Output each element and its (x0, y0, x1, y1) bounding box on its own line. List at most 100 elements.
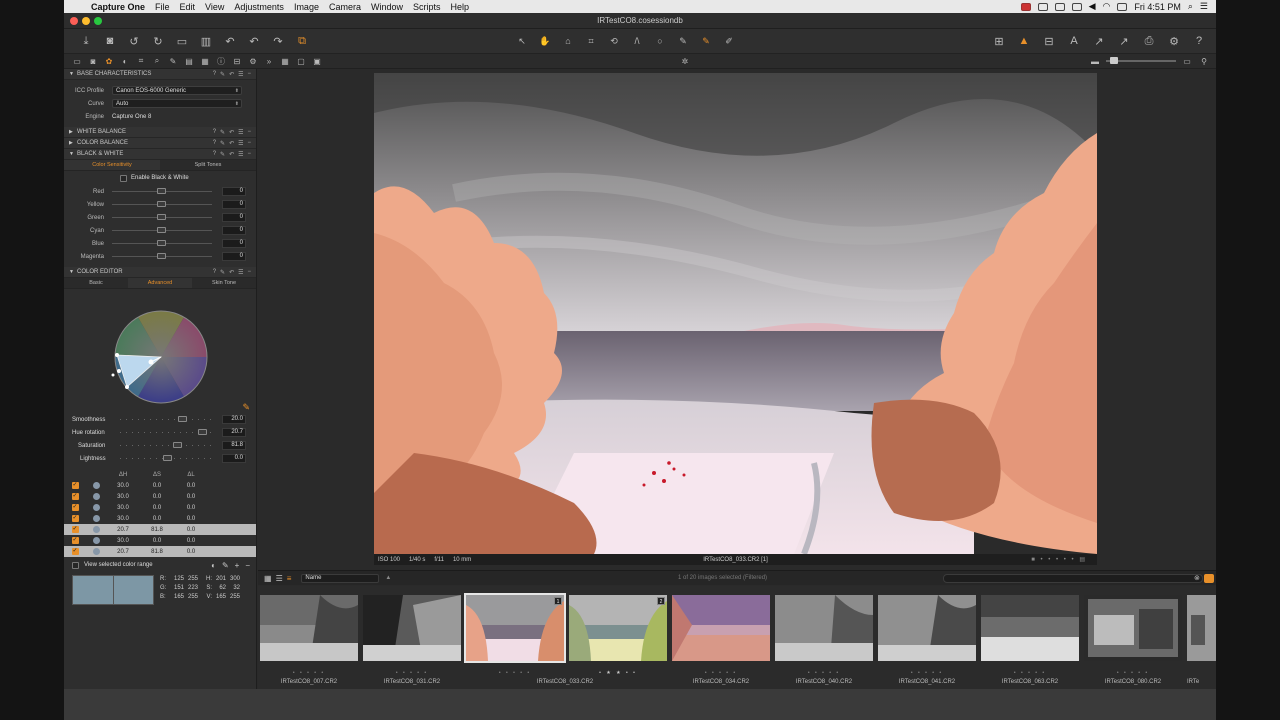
range-checkbox[interactable] (71, 492, 79, 500)
slider-track[interactable] (120, 429, 212, 435)
slider-value[interactable]: 0.0 (222, 454, 246, 463)
slider-knob[interactable] (157, 214, 166, 220)
menu-adjustments[interactable]: Adjustments (229, 2, 289, 12)
section-tools[interactable]: ? ✎ ↶ ☰ − (213, 129, 256, 136)
menu-view[interactable]: View (200, 2, 229, 12)
tab-skin-tone[interactable]: Skin Tone (192, 278, 256, 288)
wifi-icon[interactable]: ◠ (1103, 1, 1111, 12)
rotate-cursor-icon[interactable]: ⟲ (606, 34, 622, 48)
text-icon[interactable]: A (1067, 34, 1081, 48)
library-tab-icon[interactable]: ▭ (71, 55, 83, 67)
grid-layout-icon[interactable]: ▦ (279, 55, 291, 67)
camera-icon[interactable]: ◙ (103, 34, 117, 48)
slider-track[interactable] (112, 253, 212, 259)
lens-tab-icon[interactable]: ⌗ (135, 55, 147, 67)
list-view-icon[interactable]: ☰ (276, 574, 283, 583)
record-status-icon[interactable] (1020, 2, 1031, 11)
print-icon[interactable]: ⎙ (1142, 34, 1156, 48)
zoom-full-icon[interactable]: ▭ (1181, 55, 1193, 67)
color-editor-header[interactable]: ▼ COLOR EDITOR ? ✎ ↶ ☰ − (64, 267, 256, 278)
white-balance-header[interactable]: ▶ WHITE BALANCE ? ✎ ↶ ☰ − (64, 127, 256, 138)
zoom-slider-knob[interactable] (1110, 57, 1118, 64)
eyedropper-icon[interactable]: ✎ (242, 402, 250, 413)
slider-track[interactable] (112, 201, 212, 207)
select-cursor-icon[interactable]: ↖ (514, 34, 530, 48)
color-range-row-selected[interactable]: 20.7 81.8 0.0 (64, 546, 256, 557)
thumbnail-rating[interactable]: • • • • • (466, 670, 564, 678)
details-tab-icon[interactable]: ✎ (167, 55, 179, 67)
thumbnail-rating[interactable]: • • • • • (363, 670, 461, 678)
section-tools[interactable]: ? ✎ ↶ ☰ − (213, 151, 256, 158)
menu-file[interactable]: File (150, 2, 175, 12)
metadata-tab-icon[interactable]: ⓘ (215, 55, 227, 67)
copy-apply-icon[interactable]: ⧉ (295, 34, 309, 48)
trash-icon[interactable]: ▥ (199, 34, 213, 48)
rating-dots[interactable]: ■ • • • • • ▤ (1031, 556, 1087, 563)
slider-knob[interactable] (157, 188, 166, 194)
slider-track[interactable] (112, 214, 212, 220)
color-range-row[interactable]: 30.0 0.0 0.0 (64, 502, 256, 513)
base-characteristics-header[interactable]: ▼ BASE CHARACTERISTICS ? ✎ ↶ ☰ − (64, 69, 256, 80)
thumbnail[interactable] (260, 595, 358, 661)
eyedropper-small-icon[interactable]: ✎ (222, 561, 229, 570)
range-checkbox[interactable] (71, 481, 79, 489)
thumbnail-rating[interactable]: • • • • • (1084, 670, 1182, 678)
color-range-row[interactable]: 30.0 0.0 0.0 (64, 513, 256, 524)
menu-edit[interactable]: Edit (175, 2, 201, 12)
menu-camera[interactable]: Camera (324, 2, 366, 12)
black-white-header[interactable]: ▼ BLACK & WHITE ? ✎ ↶ ☰ − (64, 149, 256, 160)
brush-cursor-icon[interactable]: ✐ (721, 34, 737, 48)
keystone-cursor-icon[interactable]: /\ (629, 34, 645, 48)
status-icon-3[interactable] (1071, 2, 1082, 11)
color-balance-header[interactable]: ▶ COLOR BALANCE ? ✎ ↶ ☰ − (64, 138, 256, 149)
thumbnail[interactable] (878, 595, 976, 661)
slider-knob[interactable] (157, 227, 166, 233)
thumbnail[interactable] (1187, 595, 1216, 661)
slider-track[interactable] (112, 188, 212, 194)
tab-basic[interactable]: Basic (64, 278, 128, 288)
clear-search-icon[interactable]: ⊗ (1194, 574, 1200, 582)
settings-gear-icon[interactable]: ⚙ (1167, 34, 1181, 48)
zoom-slider[interactable] (1106, 57, 1176, 64)
pan-cursor-icon[interactable]: ✋ (537, 34, 553, 48)
icc-profile-select[interactable]: Canon EOS-6000 Generic (112, 86, 242, 95)
filmstrip-view-icon[interactable]: ≡ (287, 574, 292, 583)
proof-icon[interactable]: ↗ (1092, 34, 1106, 48)
exposure-warning-icon[interactable]: ▲ (1017, 34, 1031, 48)
notifications-icon[interactable]: ☰ (1200, 1, 1208, 12)
color-wheel[interactable] (64, 289, 257, 413)
multi-layout-icon[interactable]: ▣ (311, 55, 323, 67)
range-checkbox[interactable] (71, 547, 79, 555)
rotate-left-icon[interactable]: ↺ (127, 34, 141, 48)
edit-with-icon[interactable]: ↗ (1117, 34, 1131, 48)
slider-value[interactable]: 0 (222, 239, 246, 248)
color-picker-cursor-icon[interactable]: ✎ (698, 34, 714, 48)
grid-icon[interactable]: ⊟ (1042, 34, 1056, 48)
output-tab-icon[interactable]: ⊟ (231, 55, 243, 67)
color-range-row[interactable]: 30.0 0.0 0.0 (64, 491, 256, 502)
enable-bw-checkbox[interactable] (120, 174, 127, 182)
sort-select[interactable]: Name (301, 573, 380, 583)
curve-select[interactable]: Auto (112, 99, 242, 108)
redo-icon[interactable]: ↷ (271, 34, 285, 48)
exposure-tab-icon[interactable]: ◐ (119, 55, 131, 67)
help-icon[interactable]: ? (1192, 34, 1206, 48)
more-tabs-icon[interactable]: » (263, 55, 275, 67)
sort-direction-icon[interactable]: ▲ (385, 575, 391, 581)
view-range-checkbox[interactable] (72, 561, 79, 569)
adjustments-tab-icon[interactable]: ▦ (199, 55, 211, 67)
thumbnail-rating[interactable]: • • • • • (878, 670, 976, 678)
thumbnail-rating[interactable]: • • • • • (672, 670, 770, 678)
slider-track[interactable] (120, 442, 212, 448)
range-checkbox[interactable] (71, 536, 79, 544)
search-icon[interactable]: ⌕ (1188, 1, 1193, 12)
rotate-right-icon[interactable]: ↻ (151, 34, 165, 48)
slider-knob[interactable] (157, 240, 166, 246)
slider-track[interactable] (120, 455, 212, 461)
slider-knob[interactable] (173, 442, 182, 448)
thumbnail-rating[interactable]: • • • • • (981, 670, 1079, 678)
slider-value[interactable]: 0 (222, 200, 246, 209)
thumbnail[interactable] (672, 595, 770, 661)
tab-split-tones[interactable]: Split Tones (160, 160, 256, 170)
range-checkbox[interactable] (71, 503, 79, 511)
